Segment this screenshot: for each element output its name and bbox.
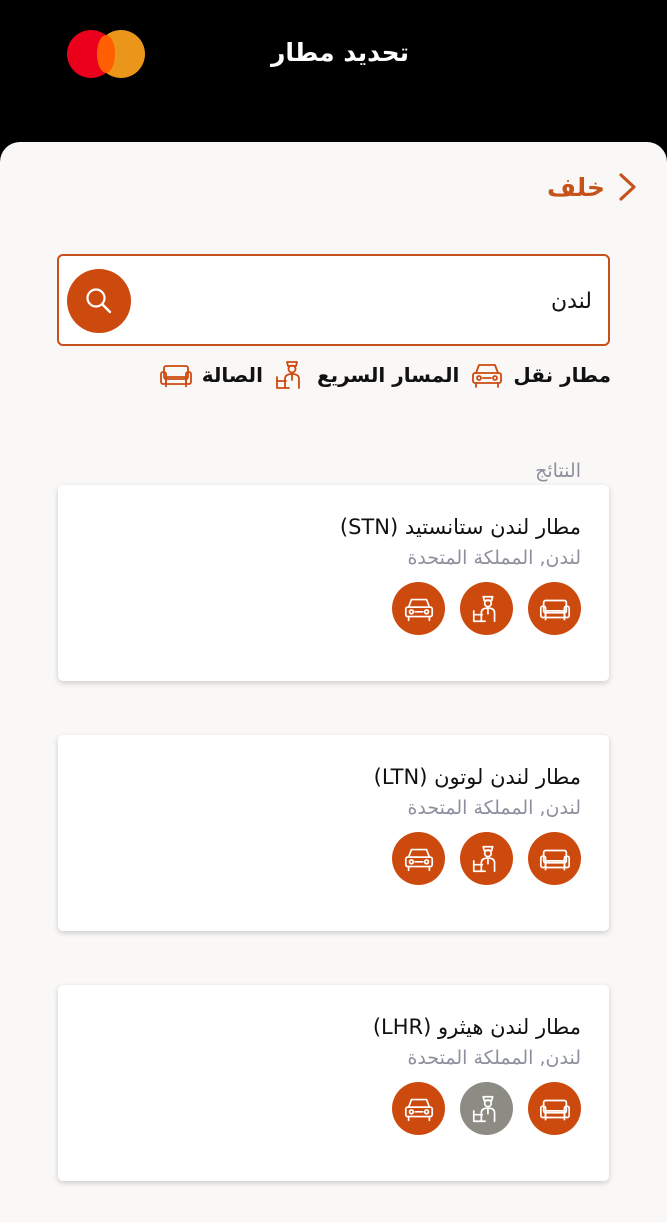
results-label: النتائج bbox=[535, 460, 581, 482]
mastercard-logo bbox=[67, 30, 147, 78]
sofa-icon bbox=[159, 365, 192, 387]
content-sheet: خلف الصالة bbox=[0, 142, 667, 1222]
fast-track-badge bbox=[460, 832, 513, 885]
fast-track-person-icon bbox=[276, 361, 300, 389]
airport-name: مطار لندن لوتون (LTN) bbox=[373, 765, 581, 789]
transfer-badge bbox=[392, 1082, 445, 1135]
airport-card[interactable]: مطار لندن هيثرو (LHR) لندن, المملكة المت… bbox=[58, 985, 609, 1181]
search-input[interactable] bbox=[149, 276, 594, 326]
chevron-right-icon bbox=[619, 173, 636, 201]
search-box bbox=[57, 254, 610, 346]
lounge-badge bbox=[528, 582, 581, 635]
airport-name: مطار لندن ستانستيد (STN) bbox=[339, 515, 581, 539]
car-icon bbox=[404, 848, 433, 871]
legend-lounge-label: الصالة bbox=[201, 363, 263, 387]
legend-fast-track: المسار السريع bbox=[273, 357, 459, 393]
fast-track-badge-unavailable bbox=[460, 1082, 513, 1135]
airport-location: لندن, المملكة المتحدة bbox=[407, 797, 581, 819]
fast-track-badge bbox=[460, 582, 513, 635]
transfer-badge bbox=[392, 582, 445, 635]
car-icon bbox=[404, 1098, 433, 1121]
service-icons bbox=[392, 1082, 581, 1135]
search-button[interactable] bbox=[67, 269, 131, 333]
transfer-badge bbox=[392, 832, 445, 885]
airport-location: لندن, المملكة المتحدة bbox=[407, 547, 581, 569]
airport-card[interactable]: مطار لندن لوتون (LTN) لندن, المملكة المت… bbox=[58, 735, 609, 931]
airport-location: لندن, المملكة المتحدة bbox=[407, 1047, 581, 1069]
fast-track-person-icon bbox=[472, 1095, 495, 1122]
legend-fast-track-label: المسار السريع bbox=[316, 363, 460, 387]
service-legend: الصالة المسار السريع مطار نقل bbox=[158, 357, 611, 393]
fast-track-person-icon bbox=[472, 595, 495, 622]
service-icons bbox=[392, 832, 581, 885]
service-icons bbox=[392, 582, 581, 635]
app-header: تحديد مطار bbox=[0, 0, 667, 150]
car-icon bbox=[404, 598, 433, 621]
legend-transfer-label: مطار نقل bbox=[513, 363, 611, 387]
page-title: تحديد مطار bbox=[271, 38, 409, 67]
sofa-icon bbox=[539, 849, 570, 870]
sofa-icon bbox=[539, 599, 570, 620]
back-label: خلف bbox=[547, 172, 605, 202]
lounge-badge bbox=[528, 1082, 581, 1135]
search-icon bbox=[86, 288, 112, 314]
airport-name: مطار لندن هيثرو (LHR) bbox=[372, 1015, 581, 1039]
lounge-badge bbox=[528, 832, 581, 885]
legend-lounge: الصالة bbox=[158, 357, 263, 393]
sofa-icon bbox=[539, 1099, 570, 1120]
back-button[interactable]: خلف bbox=[547, 172, 639, 202]
fast-track-person-icon bbox=[472, 845, 495, 872]
legend-transfer: مطار نقل bbox=[469, 357, 611, 393]
airport-card[interactable]: مطار لندن ستانستيد (STN) لندن, المملكة ا… bbox=[58, 485, 609, 681]
car-icon bbox=[472, 364, 503, 388]
